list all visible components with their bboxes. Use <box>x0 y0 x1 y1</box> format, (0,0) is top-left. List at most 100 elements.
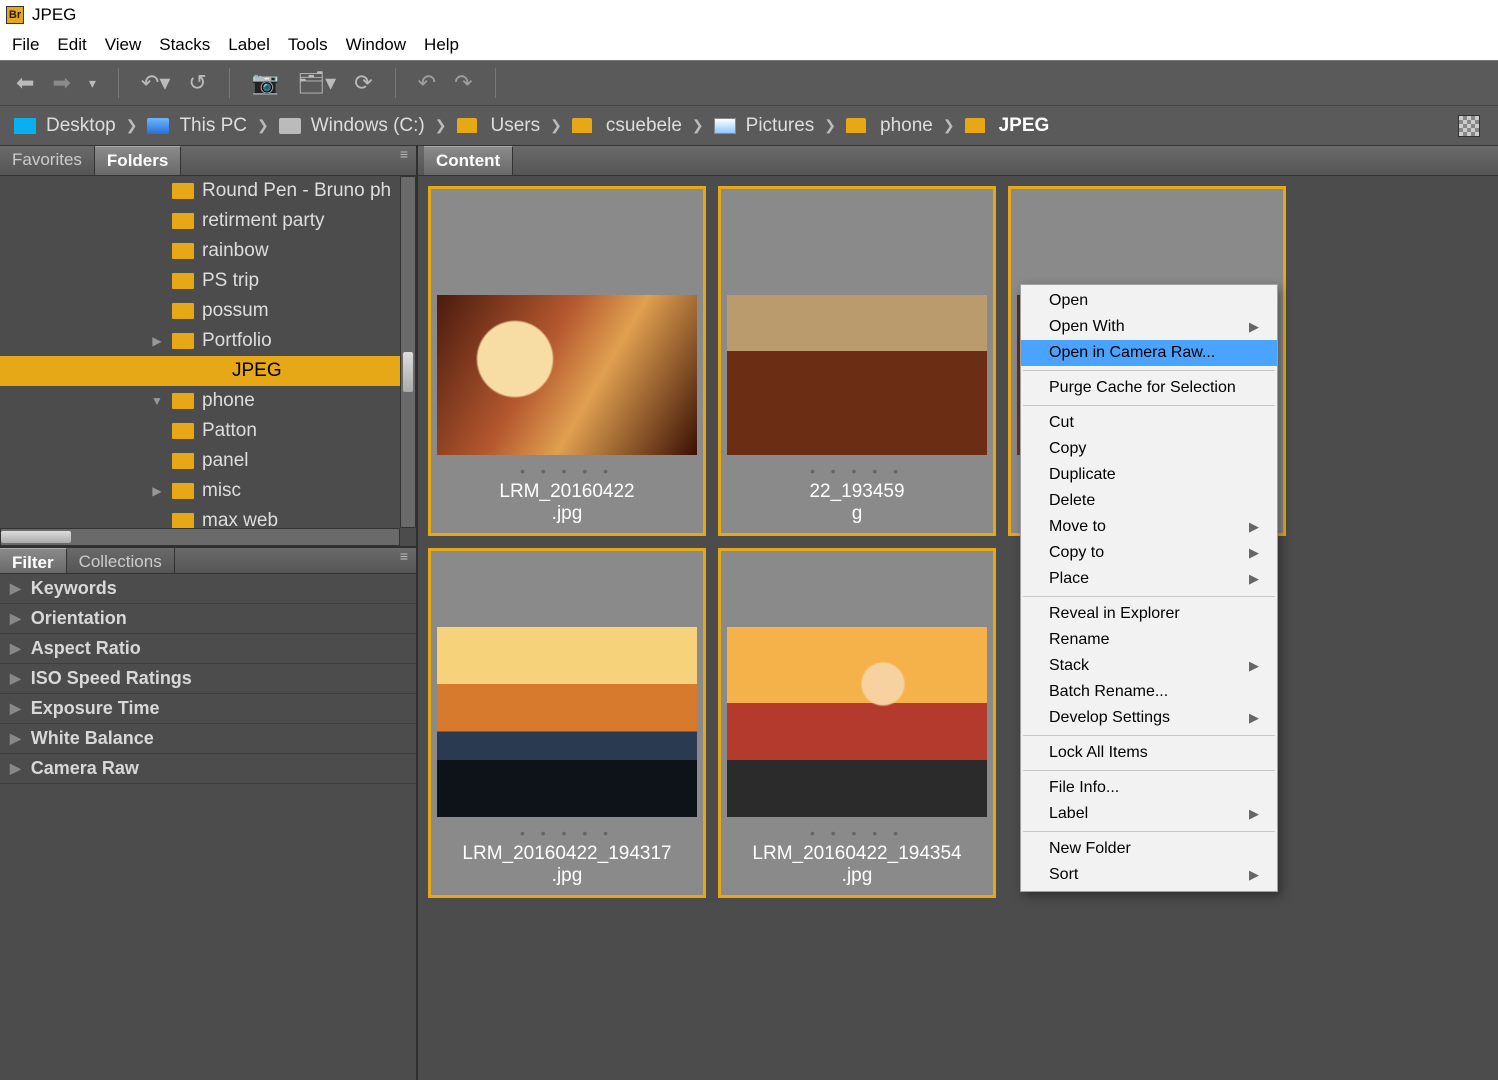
menu-file[interactable]: File <box>4 32 47 58</box>
crumb-pictures[interactable]: Pictures <box>714 115 815 137</box>
menu-stacks[interactable]: Stacks <box>151 32 218 58</box>
tab-favorites[interactable]: Favorites <box>0 146 95 175</box>
filter-row-camera-raw[interactable]: ▶Camera Raw <box>0 754 416 784</box>
forward-icon[interactable]: ➡ <box>52 70 70 96</box>
filter-row-keywords[interactable]: ▶Keywords <box>0 574 416 604</box>
folder-row-misc[interactable]: ▶misc <box>0 476 416 506</box>
context-menu-item-stack[interactable]: Stack▶ <box>1021 653 1277 679</box>
menu-label[interactable]: Label <box>220 32 278 58</box>
filter-row-iso-speed-ratings[interactable]: ▶ISO Speed Ratings <box>0 664 416 694</box>
rating-dots[interactable]: • • • • • <box>810 825 904 841</box>
chevron-right-icon[interactable]: ❯ <box>257 117 269 134</box>
transparency-toggle-icon[interactable] <box>1458 115 1480 137</box>
rotate-ccw-icon[interactable]: ↺ <box>188 70 206 96</box>
context-menu-item-file-info[interactable]: File Info... <box>1021 775 1277 801</box>
context-menu-item-copy[interactable]: Copy <box>1021 436 1277 462</box>
menu-tools[interactable]: Tools <box>280 32 336 58</box>
rotate-right-icon[interactable]: ↷ <box>454 70 472 96</box>
context-menu-item-move-to[interactable]: Move to▶ <box>1021 514 1277 540</box>
chevron-right-icon[interactable]: ❯ <box>943 117 955 134</box>
folder-row-possum[interactable]: possum <box>0 296 416 326</box>
vertical-scrollbar[interactable] <box>400 176 416 528</box>
thumbnail-card[interactable]: • • • • •LRM_20160422.jpg <box>428 186 706 536</box>
context-menu-item-purge-cache-for-selection[interactable]: Purge Cache for Selection <box>1021 375 1277 401</box>
rotate-left-icon[interactable]: ↶ <box>418 70 436 96</box>
refresh-icon[interactable]: ⟳ <box>354 70 372 96</box>
back-icon[interactable]: ⬅ <box>16 70 34 96</box>
reveal-recent-icon[interactable]: ↶▾ <box>141 70 170 96</box>
menu-help[interactable]: Help <box>416 32 467 58</box>
horizontal-scrollbar[interactable] <box>0 528 400 546</box>
crumb-users[interactable]: Users <box>457 115 541 137</box>
crumb-drive-c[interactable]: Windows (C:) <box>279 115 425 137</box>
panel-menu-icon[interactable]: ≡ <box>400 146 416 175</box>
chevron-right-icon[interactable]: ▶ <box>10 730 21 747</box>
folder-row-jpeg[interactable]: JPEG <box>0 356 416 386</box>
tab-folders[interactable]: Folders <box>95 146 181 175</box>
context-menu-item-place[interactable]: Place▶ <box>1021 566 1277 592</box>
menu-edit[interactable]: Edit <box>49 32 94 58</box>
context-menu-item-develop-settings[interactable]: Develop Settings▶ <box>1021 705 1277 731</box>
folder-row-panel[interactable]: panel <box>0 446 416 476</box>
filter-row-aspect-ratio[interactable]: ▶Aspect Ratio <box>0 634 416 664</box>
thumbnail-card[interactable]: • • • • •LRM_20160422_194354.jpg <box>718 548 996 898</box>
tab-collections[interactable]: Collections <box>67 548 175 573</box>
chevron-down-icon[interactable]: ▼ <box>150 394 164 408</box>
chevron-right-icon[interactable]: ❯ <box>824 117 836 134</box>
context-menu-item-delete[interactable]: Delete <box>1021 488 1277 514</box>
crumb-phone[interactable]: phone <box>846 115 933 137</box>
context-menu-item-open[interactable]: Open <box>1021 288 1277 314</box>
crumb-jpeg[interactable]: JPEG <box>965 115 1050 137</box>
chevron-right-icon[interactable]: ❯ <box>435 117 447 134</box>
folder-row-phone[interactable]: ▼phone <box>0 386 416 416</box>
filter-row-exposure-time[interactable]: ▶Exposure Time <box>0 694 416 724</box>
chevron-right-icon[interactable]: ▶ <box>10 640 21 657</box>
rating-dots[interactable]: • • • • • <box>520 825 614 841</box>
crumb-desktop[interactable]: Desktop <box>14 115 116 137</box>
folder-row-patton[interactable]: Patton <box>0 416 416 446</box>
context-menu-item-open-in-camera-raw[interactable]: Open in Camera Raw... <box>1021 340 1277 366</box>
chevron-right-icon[interactable]: ▶ <box>150 334 164 348</box>
chevron-right-icon[interactable]: ▶ <box>10 760 21 777</box>
chevron-right-icon[interactable]: ▶ <box>10 580 21 597</box>
context-menu-item-duplicate[interactable]: Duplicate <box>1021 462 1277 488</box>
context-menu-item-new-folder[interactable]: New Folder <box>1021 836 1277 862</box>
context-menu-item-rename[interactable]: Rename <box>1021 627 1277 653</box>
context-menu-item-lock-all-items[interactable]: Lock All Items <box>1021 740 1277 766</box>
rating-dots[interactable]: • • • • • <box>520 463 614 479</box>
folder-row-ps-trip[interactable]: PS trip <box>0 266 416 296</box>
thumbnail-card[interactable]: • • • • •LRM_20160422_194317.jpg <box>428 548 706 898</box>
filter-row-orientation[interactable]: ▶Orientation <box>0 604 416 634</box>
folder-row-retirment-party[interactable]: retirment party <box>0 206 416 236</box>
chevron-right-icon[interactable]: ❯ <box>550 117 562 134</box>
folder-row-portfolio[interactable]: ▶Portfolio <box>0 326 416 356</box>
context-menu-item-reveal-in-explorer[interactable]: Reveal in Explorer <box>1021 601 1277 627</box>
tab-filter[interactable]: Filter <box>0 548 67 573</box>
context-menu-item-copy-to[interactable]: Copy to▶ <box>1021 540 1277 566</box>
chevron-right-icon[interactable]: ▶ <box>10 610 21 627</box>
crumb-this-pc[interactable]: This PC <box>147 115 247 137</box>
rating-dots[interactable]: • • • • • <box>810 463 904 479</box>
chevron-right-icon[interactable]: ❯ <box>126 117 138 134</box>
crumb-csuebele[interactable]: csuebele <box>572 115 682 137</box>
context-menu-item-sort[interactable]: Sort▶ <box>1021 862 1277 888</box>
recent-dropdown-icon[interactable]: ▾ <box>89 75 96 92</box>
chevron-right-icon[interactable]: ❯ <box>692 117 704 134</box>
folder-row-rainbow[interactable]: rainbow <box>0 236 416 266</box>
context-menu-item-cut[interactable]: Cut <box>1021 410 1277 436</box>
menu-view[interactable]: View <box>97 32 150 58</box>
chevron-right-icon[interactable]: ▶ <box>150 484 164 498</box>
folder-row-round-pen---bruno-ph[interactable]: Round Pen - Bruno ph <box>0 176 416 206</box>
tab-content[interactable]: Content <box>424 146 513 175</box>
output-icon[interactable]: 🗂▾ <box>297 70 336 96</box>
thumbnail-card[interactable]: • • • • •22_193459g <box>718 186 996 536</box>
filter-row-white-balance[interactable]: ▶White Balance <box>0 724 416 754</box>
context-menu-item-label[interactable]: Label▶ <box>1021 801 1277 827</box>
panel-menu-icon[interactable]: ≡ <box>400 548 416 573</box>
get-photos-icon[interactable]: 📷 <box>252 70 279 96</box>
menu-window[interactable]: Window <box>338 32 414 58</box>
context-menu-item-open-with[interactable]: Open With▶ <box>1021 314 1277 340</box>
context-menu-item-batch-rename[interactable]: Batch Rename... <box>1021 679 1277 705</box>
chevron-right-icon[interactable]: ▶ <box>10 670 21 687</box>
chevron-right-icon[interactable]: ▶ <box>10 700 21 717</box>
